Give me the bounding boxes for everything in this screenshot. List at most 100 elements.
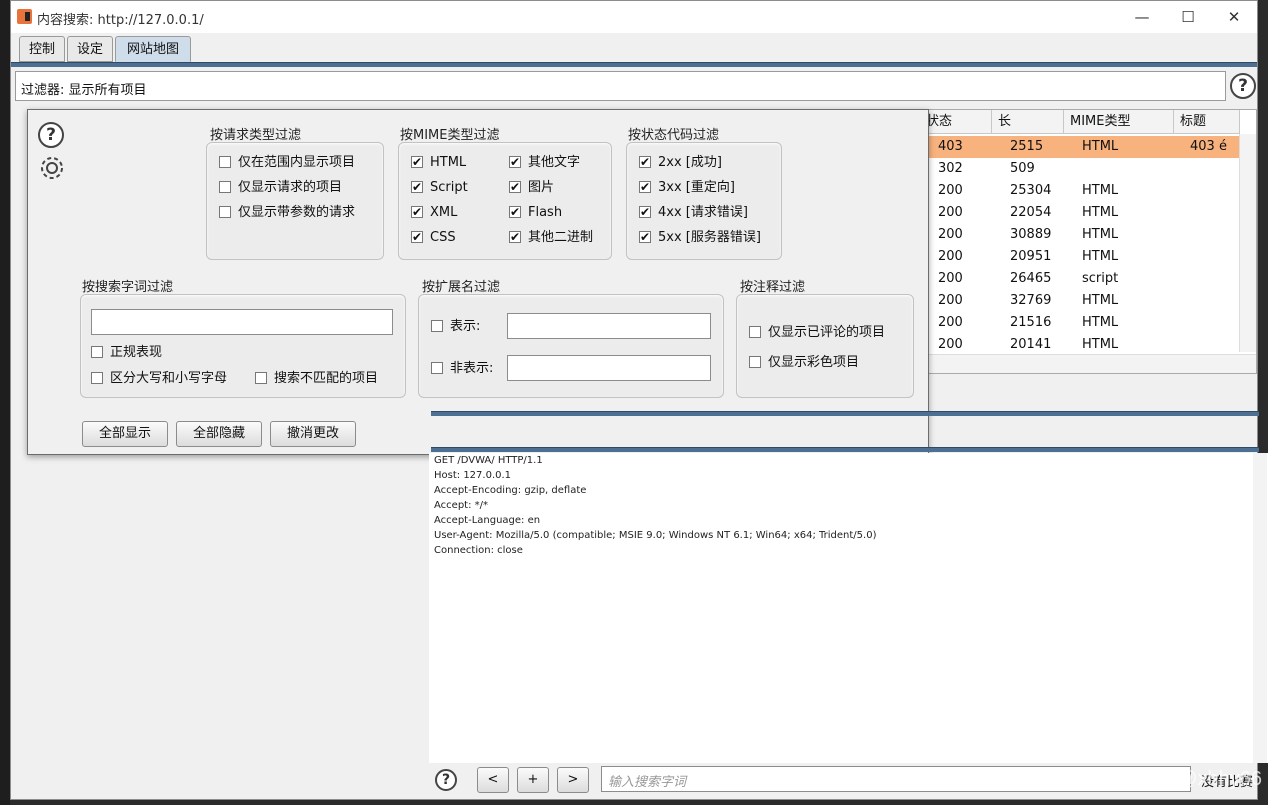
help-icon[interactable]: ? <box>38 122 64 148</box>
checkbox[interactable] <box>509 202 521 222</box>
table-row[interactable]: 200 26465 script <box>920 268 1240 290</box>
add-button[interactable]: + <box>517 767 549 793</box>
checkbox[interactable] <box>219 155 231 168</box>
commented-only-option[interactable]: 仅显示已评论的项目 <box>749 323 885 343</box>
pane-divider[interactable] <box>431 411 1259 416</box>
request-view[interactable]: GET /DVWA/ HTTP/1.1 Host: 127.0.0.1 Acce… <box>429 453 1268 763</box>
status-2xx-option[interactable]: 2xx [成功] <box>639 152 722 173</box>
checkbox[interactable] <box>509 177 521 197</box>
mime-images-option[interactable]: 图片 <box>509 177 554 198</box>
table-row[interactable]: 200 22054 HTML <box>920 202 1240 224</box>
previous-match-button[interactable]: < <box>477 767 509 793</box>
maximize-button[interactable]: ☐ <box>1165 3 1211 31</box>
checkbox[interactable] <box>219 180 231 193</box>
search-placeholder: 输入搜索字词 <box>608 775 687 790</box>
request-vertical-scrollbar[interactable] <box>1253 453 1267 763</box>
request-line: User-Agent: Mozilla/5.0 (compatible; MSI… <box>434 530 877 541</box>
checkbox[interactable] <box>255 371 267 384</box>
checkbox[interactable] <box>509 152 521 172</box>
status-3xx-option[interactable]: 3xx [重定向] <box>639 177 735 198</box>
table-horizontal-scrollbar[interactable] <box>920 354 1256 373</box>
tab-sitemap[interactable]: 网站地图 <box>115 36 191 62</box>
col-header-mime[interactable]: MIME类型 <box>1064 110 1174 134</box>
checkbox[interactable] <box>91 371 103 384</box>
status-5xx-option[interactable]: 5xx [服务器错误] <box>639 227 761 248</box>
option-label: 区分大写和小写字母 <box>110 371 228 386</box>
cell-status: 200 <box>938 205 963 220</box>
filter-bar[interactable]: 过滤器: 显示所有项目 <box>15 71 1226 101</box>
cell-mime: HTML <box>1082 249 1119 264</box>
table-row[interactable]: 200 25304 HTML <box>920 180 1240 202</box>
requested-only-option[interactable]: 仅显示请求的项目 <box>219 178 342 198</box>
checkbox[interactable] <box>639 177 651 197</box>
minimize-button[interactable]: — <box>1119 3 1165 31</box>
cell-length: 20951 <box>1010 249 1052 264</box>
table-row[interactable]: 200 20141 HTML <box>920 334 1240 356</box>
table-row[interactable]: 403 2515 HTML 403 é <box>920 136 1240 158</box>
hide-extension-input[interactable] <box>507 355 711 381</box>
checkbox[interactable] <box>431 361 443 374</box>
hide-extension-option[interactable]: 非表示: <box>431 359 493 379</box>
cell-mime: HTML <box>1082 293 1119 308</box>
checkbox[interactable] <box>749 355 761 368</box>
extension-group: 表示: 非表示: <box>418 294 724 398</box>
hide-all-button[interactable]: 全部隐藏 <box>176 421 262 447</box>
mime-html-option[interactable]: HTML <box>411 152 466 173</box>
regex-option[interactable]: 正规表现 <box>91 343 162 363</box>
negative-search-option[interactable]: 搜索不匹配的项目 <box>255 369 378 389</box>
status-4xx-option[interactable]: 4xx [请求错误] <box>639 202 748 223</box>
table-row[interactable]: 200 21516 HTML <box>920 312 1240 334</box>
title-bar: 内容搜索: http://127.0.0.1/ — ☐ ✕ <box>11 1 1257 33</box>
case-sensitive-option[interactable]: 区分大写和小写字母 <box>91 369 227 389</box>
checkbox[interactable] <box>639 202 651 222</box>
search-input[interactable]: 输入搜索字词 <box>601 766 1191 792</box>
mime-css-option[interactable]: CSS <box>411 227 456 248</box>
checkbox[interactable] <box>639 152 651 172</box>
help-icon[interactable]: ? <box>1230 73 1256 99</box>
with-params-option[interactable]: 仅显示带参数的请求 <box>219 203 355 223</box>
col-header-status[interactable]: 状态 <box>920 110 992 134</box>
tab-settings[interactable]: 设定 <box>67 36 113 62</box>
request-line: Host: 127.0.0.1 <box>434 470 512 481</box>
col-header-title[interactable]: 标题 <box>1174 110 1240 134</box>
checkbox[interactable] <box>431 319 443 332</box>
checkbox[interactable] <box>639 227 651 247</box>
checkbox[interactable] <box>219 205 231 218</box>
option-label: 表示: <box>450 319 481 334</box>
checkbox[interactable] <box>509 227 521 247</box>
tab-control[interactable]: 控制 <box>19 36 65 62</box>
revert-changes-button[interactable]: 撤消更改 <box>270 421 356 447</box>
cell-status: 302 <box>938 161 963 176</box>
in-scope-option[interactable]: 仅在范围内显示项目 <box>219 153 355 173</box>
mime-flash-option[interactable]: Flash <box>509 202 562 223</box>
help-icon[interactable]: ? <box>435 769 457 791</box>
cell-status: 403 <box>938 139 963 154</box>
table-row[interactable]: 200 20951 HTML <box>920 246 1240 268</box>
checkbox[interactable] <box>411 152 423 172</box>
mime-xml-option[interactable]: XML <box>411 202 457 223</box>
checkbox[interactable] <box>411 227 423 247</box>
table-vertical-scrollbar[interactable] <box>1239 134 1256 352</box>
highlighted-only-option[interactable]: 仅显示彩色项目 <box>749 353 859 373</box>
tab-divider <box>11 62 1257 67</box>
next-match-button[interactable]: > <box>557 767 589 793</box>
search-term-input[interactable] <box>91 309 393 335</box>
show-all-button[interactable]: 全部显示 <box>82 421 168 447</box>
mime-other-text-option[interactable]: 其他文字 <box>509 152 581 173</box>
table-row[interactable]: 302 509 <box>920 158 1240 180</box>
mime-other-binary-option[interactable]: 其他二进制 <box>509 227 593 248</box>
option-label: 其他文字 <box>528 155 581 170</box>
gear-icon[interactable] <box>38 154 66 182</box>
table-row[interactable]: 200 32769 HTML <box>920 290 1240 312</box>
checkbox[interactable] <box>91 345 103 358</box>
checkbox[interactable] <box>749 325 761 338</box>
checkbox[interactable] <box>411 177 423 197</box>
table-row[interactable]: 200 30889 HTML <box>920 224 1240 246</box>
checkbox[interactable] <box>411 202 423 222</box>
close-button[interactable]: ✕ <box>1211 3 1257 31</box>
show-extension-input[interactable] <box>507 313 711 339</box>
show-extension-option[interactable]: 表示: <box>431 317 480 337</box>
col-header-length[interactable]: 长 <box>992 110 1064 134</box>
mime-script-option[interactable]: Script <box>411 177 468 198</box>
pane-divider[interactable] <box>431 447 1259 452</box>
